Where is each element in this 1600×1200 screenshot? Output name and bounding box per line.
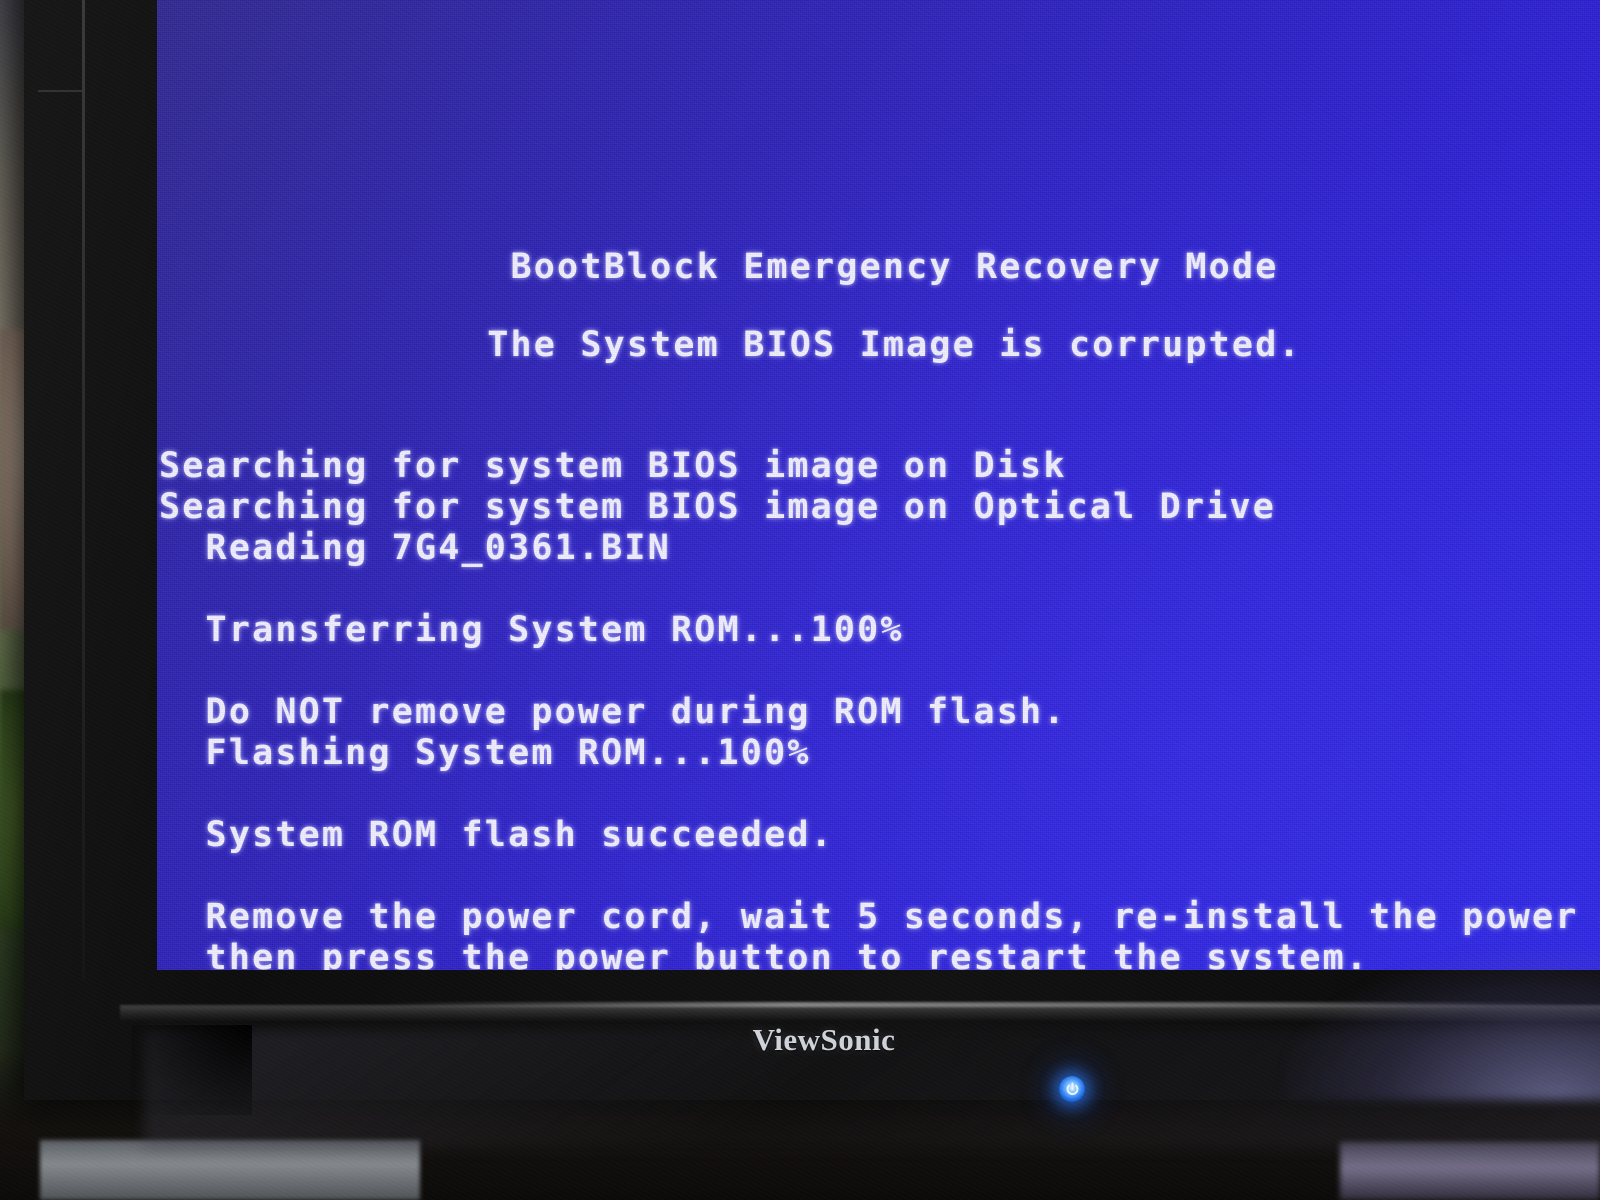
bios-log-spacer — [159, 651, 1600, 692]
bezel-top-seam — [38, 90, 82, 92]
bios-log-line: Flashing System ROM...100% — [159, 733, 811, 773]
bios-log-line: Do NOT remove power during ROM flash. — [159, 692, 1067, 732]
bios-log-spacer — [159, 569, 1600, 610]
monitor-screen: BootBlock Emergency Recovery Mode The Sy… — [157, 0, 1600, 970]
bios-log: Searching for system BIOS image on Disk S… — [159, 446, 1600, 970]
bios-log-line: System ROM flash succeeded. — [159, 815, 834, 855]
bios-log-line: Reading 7G4_0361.BIN — [159, 528, 671, 568]
photograph-of-monitor: BootBlock Emergency Recovery Mode The Sy… — [0, 0, 1600, 1200]
bios-recovery-text: BootBlock Emergency Recovery Mode The Sy… — [157, 0, 1600, 970]
bios-log-line: Remove the power cord, wait 5 seconds, r… — [159, 897, 1600, 937]
bezel-edge-seam — [82, 0, 85, 980]
screen-light-spill — [1284, 950, 1600, 1100]
bios-log-spacer — [159, 774, 1600, 815]
bios-log-line: Transferring System ROM...100% — [159, 610, 904, 650]
bios-log-line: Searching for system BIOS image on Optic… — [159, 487, 1277, 527]
monitor-bezel: BootBlock Emergency Recovery Mode The Sy… — [24, 0, 1600, 1150]
bios-log-line: Searching for system BIOS image on Disk — [159, 446, 1067, 486]
bios-subtitle: The System BIOS Image is corrupted. — [487, 325, 1302, 365]
desk-highlight-right — [1340, 1142, 1600, 1200]
bios-title: BootBlock Emergency Recovery Mode — [510, 247, 1279, 287]
bios-log-spacer — [159, 856, 1600, 897]
power-icon[interactable] — [1059, 1076, 1085, 1102]
